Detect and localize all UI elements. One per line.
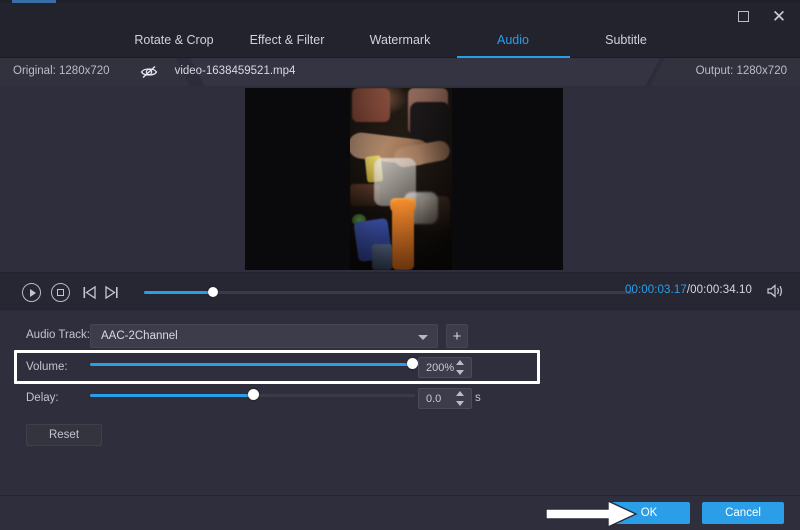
stop-icon[interactable]	[51, 283, 70, 302]
tab-effect-filter[interactable]: Effect & Filter	[231, 22, 344, 58]
tab-label: Effect & Filter	[249, 33, 325, 47]
delay-slider[interactable]	[90, 389, 415, 400]
volume-slider[interactable]	[90, 358, 418, 369]
tab-label: Subtitle	[605, 33, 647, 47]
volume-slider-fill	[90, 362, 415, 366]
video-preview-area	[0, 86, 800, 272]
cancel-button[interactable]: Cancel	[702, 502, 784, 524]
delay-value: 0.0	[426, 393, 442, 405]
volume-increment-icon[interactable]	[456, 360, 464, 365]
file-name-label: video-1638459521.mp4	[174, 65, 296, 77]
volume-slider-handle[interactable]	[407, 358, 418, 369]
volume-value: 200%	[426, 362, 455, 374]
output-resolution-label: Output: 1280x720	[695, 65, 787, 77]
video-frame[interactable]	[245, 88, 563, 270]
current-time: 00:00:03.17	[624, 284, 687, 296]
tab-label: Rotate & Crop	[134, 33, 214, 47]
volume-row: Volume: 200%	[0, 356, 800, 382]
media-info-bar: Original: 1280x720 video-1638459521.mp4 …	[0, 58, 800, 86]
play-icon[interactable]	[22, 283, 41, 302]
window-accent-line	[0, 0, 800, 3]
total-time: /00:00:34.10	[686, 284, 752, 296]
delay-increment-icon[interactable]	[456, 391, 464, 396]
speaker-icon[interactable]	[766, 283, 786, 299]
tab-rotate-crop[interactable]: Rotate & Crop	[118, 22, 231, 58]
seek-handle[interactable]	[207, 287, 218, 297]
audio-track-value: AAC-2Channel	[101, 330, 178, 342]
delay-unit-label: s	[475, 392, 481, 404]
volume-decrement-icon[interactable]	[456, 370, 464, 375]
tab-audio[interactable]: Audio	[456, 22, 570, 58]
audio-track-select[interactable]: AAC-2Channel	[90, 324, 438, 348]
seek-fill	[144, 290, 213, 294]
tab-watermark[interactable]: Watermark	[344, 22, 457, 58]
delay-decrement-icon[interactable]	[456, 401, 464, 406]
volume-stepper[interactable]	[452, 357, 468, 378]
add-audio-track-button[interactable]: +	[446, 324, 468, 348]
reset-button-label: Reset	[48, 429, 80, 441]
cancel-button-label: Cancel	[725, 507, 761, 519]
delay-label: Delay:	[26, 392, 59, 404]
next-frame-icon[interactable]	[102, 283, 121, 302]
footer-bar: OK Cancel	[0, 496, 800, 530]
delay-slider-fill	[90, 393, 253, 397]
audio-track-row: Audio Track: AAC-2Channel +	[0, 324, 800, 350]
tab-subtitle[interactable]: Subtitle	[570, 22, 683, 58]
delay-stepper[interactable]	[452, 388, 468, 409]
video-content	[350, 88, 452, 270]
title-bar: ✕ Rotate & Crop Effect & Filter Watermar…	[0, 0, 800, 58]
plus-icon: +	[452, 327, 462, 345]
time-display: 00:00:03.17/00:00:34.10	[625, 284, 752, 296]
tab-label: Audio	[497, 33, 529, 47]
delay-row: Delay: 0.0 s	[0, 387, 800, 413]
volume-label: Volume:	[26, 361, 68, 373]
audio-track-label: Audio Track:	[26, 329, 90, 341]
video-editor-window: ✕ Rotate & Crop Effect & Filter Watermar…	[0, 0, 800, 530]
reset-button[interactable]: Reset	[26, 424, 102, 446]
player-control-bar: 00:00:03.17/00:00:34.10	[0, 272, 800, 310]
tab-label: Watermark	[369, 33, 431, 47]
previous-frame-icon[interactable]	[80, 283, 99, 302]
seek-bar[interactable]	[144, 287, 634, 297]
delay-slider-handle[interactable]	[247, 389, 259, 400]
tab-bar: Rotate & Crop Effect & Filter Watermark …	[0, 22, 800, 58]
arrow-annotation-icon	[542, 497, 652, 530]
audio-settings-panel: Audio Track: AAC-2Channel + Volume: 200%	[0, 310, 800, 496]
chevron-down-icon	[418, 335, 428, 340]
